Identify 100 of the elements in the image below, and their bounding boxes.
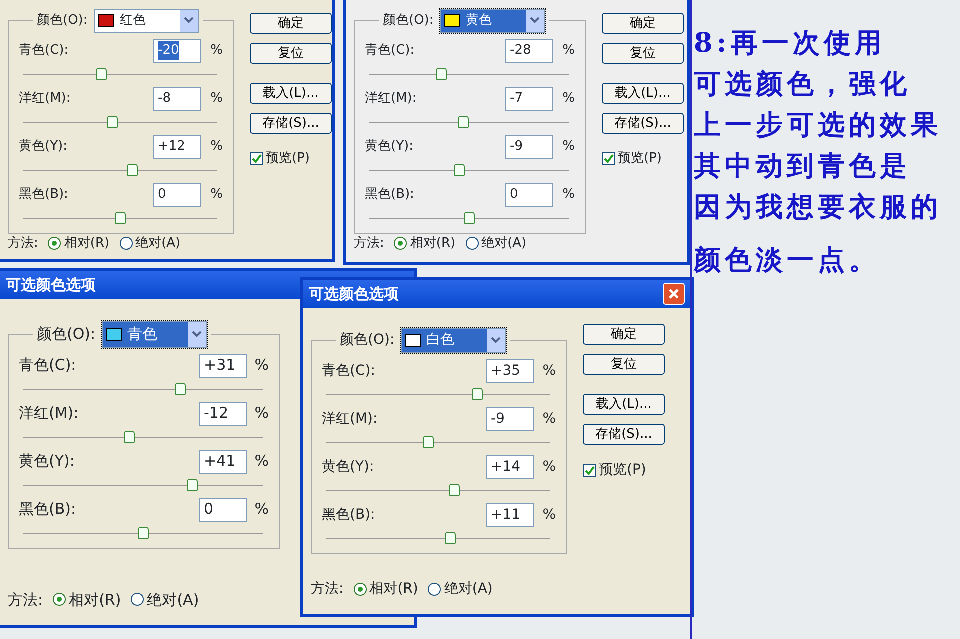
slider-thumb[interactable] bbox=[445, 532, 456, 544]
slider-label: 青色(C): bbox=[19, 42, 70, 60]
unit-label: % bbox=[562, 138, 575, 156]
check-icon bbox=[584, 466, 594, 476]
input-field[interactable]: +11 bbox=[486, 503, 534, 527]
color-dropdown[interactable]: 白色 bbox=[400, 328, 506, 353]
slider-label: 黑色(B): bbox=[19, 186, 70, 204]
close-icon bbox=[668, 288, 680, 300]
dialog-button[interactable]: 存储(S)... bbox=[250, 113, 332, 134]
radio-label[interactable]: 绝对(A) bbox=[482, 234, 527, 253]
slider-label: 洋红(M): bbox=[365, 90, 418, 108]
slider-thumb[interactable] bbox=[448, 484, 460, 496]
slider-thumb[interactable] bbox=[138, 526, 149, 538]
dialog-button[interactable]: 确定 bbox=[602, 13, 684, 34]
slider-label: 洋红(M): bbox=[19, 403, 80, 424]
input-field[interactable]: +41 bbox=[199, 450, 247, 474]
unit-label: % bbox=[210, 186, 223, 204]
chevron-down-icon bbox=[490, 337, 501, 344]
input-field[interactable]: -12 bbox=[199, 402, 247, 426]
preview-checkbox[interactable]: 预览(P) bbox=[602, 149, 684, 168]
radio-button[interactable] bbox=[394, 236, 408, 250]
radio-label[interactable]: 绝对(A) bbox=[444, 579, 493, 600]
slider-thumb[interactable] bbox=[107, 116, 118, 128]
dialog-button[interactable]: 载入(L)... bbox=[602, 83, 684, 104]
window-title: 可选颜色选项 bbox=[309, 284, 399, 305]
radio-label[interactable]: 相对(R) bbox=[64, 234, 110, 253]
unit-label: % bbox=[542, 362, 556, 380]
preview-checkbox[interactable]: 预览(P) bbox=[583, 460, 665, 481]
slider-thumb[interactable] bbox=[115, 212, 126, 224]
radio-button[interactable] bbox=[48, 236, 62, 250]
radio-label[interactable]: 相对(R) bbox=[69, 588, 122, 611]
dialog-button[interactable]: 存储(S)... bbox=[583, 424, 665, 445]
radio-button[interactable] bbox=[428, 583, 442, 596]
input-field[interactable]: -8 bbox=[153, 86, 201, 110]
radio-label[interactable]: 绝对(A) bbox=[147, 588, 200, 611]
color-dropdown[interactable]: 黄色 bbox=[440, 9, 545, 32]
dialog-button[interactable]: 载入(L)... bbox=[250, 83, 332, 104]
close-button[interactable] bbox=[663, 283, 685, 305]
note-text: 因为我想要衣服的 bbox=[694, 192, 943, 224]
slider-label: 黄色(Y): bbox=[19, 451, 76, 472]
radio-label[interactable]: 绝对(A) bbox=[136, 234, 181, 253]
unit-label: % bbox=[542, 410, 556, 428]
color-label: 颜色(O): bbox=[383, 12, 434, 30]
input-field[interactable]: 0 bbox=[505, 182, 553, 206]
slider-thumb[interactable] bbox=[124, 430, 135, 442]
unit-label: % bbox=[254, 499, 269, 520]
slider-thumb[interactable] bbox=[458, 116, 469, 128]
radio-button[interactable] bbox=[53, 593, 66, 606]
slider-thumb[interactable] bbox=[187, 478, 198, 490]
slider-thumb[interactable] bbox=[436, 68, 447, 80]
note-text: 可选颜色，强化 bbox=[694, 69, 912, 101]
input-field[interactable]: -9 bbox=[505, 134, 553, 158]
input-field[interactable]: -7 bbox=[505, 86, 553, 110]
chevron-down-icon bbox=[184, 17, 194, 24]
dialog-button[interactable]: 复位 bbox=[583, 354, 665, 375]
input-field[interactable]: -9 bbox=[486, 407, 534, 431]
unit-label: % bbox=[210, 138, 223, 156]
radio-button[interactable] bbox=[131, 593, 144, 606]
radio-button[interactable] bbox=[120, 236, 133, 250]
radio-label[interactable]: 相对(R) bbox=[410, 234, 456, 253]
unit-label: % bbox=[542, 506, 556, 524]
input-field[interactable]: -20 bbox=[153, 38, 201, 62]
slider-label: 黑色(B): bbox=[19, 499, 78, 520]
color-dropdown[interactable]: 红色 bbox=[94, 9, 199, 32]
input-field[interactable]: +31 bbox=[199, 354, 247, 378]
slider-thumb[interactable] bbox=[454, 164, 465, 176]
radio-label[interactable]: 相对(R) bbox=[370, 579, 418, 600]
color-dropdown[interactable]: 青色 bbox=[102, 321, 207, 348]
unit-label: % bbox=[562, 186, 575, 204]
slider-label: 黄色(Y): bbox=[365, 138, 414, 156]
unit-label: % bbox=[210, 90, 223, 108]
method-label: 方法: bbox=[354, 234, 384, 252]
input-field[interactable]: 0 bbox=[153, 182, 201, 206]
unit-label: % bbox=[254, 403, 269, 424]
dialog-button[interactable]: 载入(L)... bbox=[583, 394, 665, 415]
input-field[interactable]: -28 bbox=[505, 38, 553, 62]
slider-label: 黑色(B): bbox=[365, 186, 416, 204]
radio-button[interactable] bbox=[466, 236, 479, 250]
slider-thumb[interactable] bbox=[96, 68, 107, 80]
slider-thumb[interactable] bbox=[175, 382, 186, 394]
radio-button[interactable] bbox=[354, 583, 367, 596]
slider-label: 黑色(B): bbox=[322, 506, 376, 524]
slider-thumb[interactable] bbox=[126, 164, 138, 176]
slider-thumb[interactable] bbox=[472, 388, 484, 400]
slider-thumb[interactable] bbox=[464, 212, 475, 224]
dialog-button[interactable]: 确定 bbox=[250, 13, 332, 34]
slider-label: 洋红(M): bbox=[19, 90, 72, 108]
input-field[interactable]: +14 bbox=[486, 455, 534, 479]
dialog-button[interactable]: 复位 bbox=[602, 43, 684, 64]
dialog-button[interactable]: 复位 bbox=[250, 43, 332, 64]
dialog-button[interactable]: 存储(S)... bbox=[602, 113, 684, 134]
slider-label: 青色(C): bbox=[19, 355, 78, 376]
slider-label: 青色(C): bbox=[365, 42, 416, 60]
dialog-button[interactable]: 确定 bbox=[583, 324, 665, 345]
unit-label: % bbox=[562, 90, 575, 108]
input-field[interactable]: +12 bbox=[153, 134, 201, 158]
input-field[interactable]: 0 bbox=[199, 498, 247, 522]
slider-thumb[interactable] bbox=[422, 436, 434, 448]
preview-checkbox[interactable]: 预览(P) bbox=[250, 149, 332, 168]
input-field[interactable]: +35 bbox=[486, 359, 534, 383]
